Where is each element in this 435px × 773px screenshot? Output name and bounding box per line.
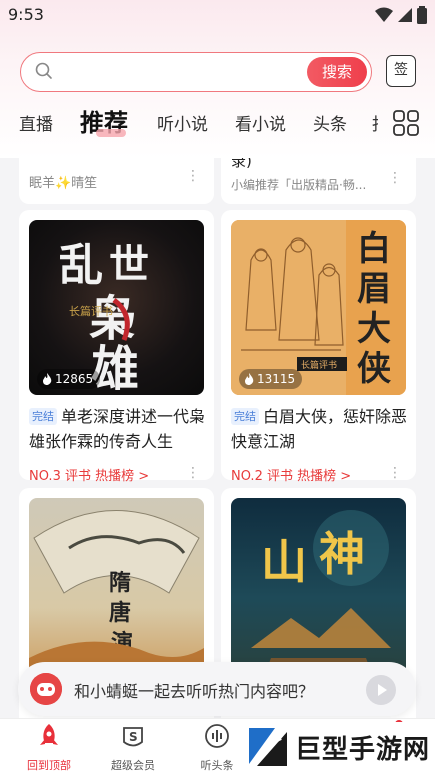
more-options-icon[interactable]: ⋮ <box>388 171 402 185</box>
status-time: 9:53 <box>8 5 44 24</box>
rank-link[interactable]: NO.2 评书 热播榜 > <box>231 465 351 484</box>
mascot-avatar <box>30 673 62 705</box>
status-bar: 9:53 <box>0 0 435 30</box>
heat-count: 12865 <box>55 372 94 386</box>
grid-menu-icon[interactable] <box>393 110 419 136</box>
rocket-icon <box>40 724 58 745</box>
search-button[interactable]: 搜索 <box>307 57 367 87</box>
feed-card[interactable]: 眠羊✨晴笙 ⋮ <box>19 158 214 204</box>
nav-label: 回到顶部 <box>27 759 71 772</box>
battery-icon <box>417 6 427 24</box>
card-author: 眠羊✨晴笙 <box>29 176 98 191</box>
svg-text:长篇评书: 长篇评书 <box>69 304 113 318</box>
audio-wave-icon <box>205 724 229 748</box>
heat-badge: 13115 <box>239 369 303 389</box>
book-cover: 白 眉 大 侠 长篇评书 13115 <box>231 220 406 395</box>
content-feed[interactable]: 眠羊✨晴笙 ⋮ 录) 小编推荐「出版精品·畅... ⋮ 乱 世 枭 雄 长篇评书… <box>0 158 435 718</box>
listen-prompt-bar[interactable]: 和小蜻蜓一起去听听热门内容吧？ <box>18 662 416 716</box>
cover-subtext: 长篇评书 <box>301 359 337 371</box>
more-options-icon[interactable]: ⋮ <box>186 169 200 183</box>
status-icons <box>375 6 427 24</box>
svg-text:世: 世 <box>109 241 149 288</box>
status-badge: 完结 <box>231 408 259 425</box>
watermark-logo-icon <box>249 728 287 766</box>
sign-in-button[interactable]: 签 <box>386 55 416 87</box>
svg-text:侠: 侠 <box>357 349 392 389</box>
active-tab-indicator <box>96 129 126 137</box>
card-title: 完结 白眉大侠，惩奸除恶快意江湖 <box>231 404 409 454</box>
svg-text:白: 白 <box>357 229 391 269</box>
svg-text:隋: 隋 <box>109 570 131 596</box>
feed-card[interactable]: 乱 世 枭 雄 长篇评书 12865 完结 单老深度讲述一代枭雄张作霖的传奇人生 … <box>19 210 214 484</box>
tab-read-novel[interactable]: 看小说 <box>235 110 286 135</box>
nav-listen-headlines[interactable]: 听头条 <box>182 723 252 773</box>
tab-headlines[interactable]: 头条 <box>313 110 347 135</box>
svg-text:山: 山 <box>261 535 307 589</box>
svg-text:唐: 唐 <box>109 600 131 626</box>
more-options-icon[interactable]: ⋮ <box>388 466 402 480</box>
feed-card[interactable]: 白 眉 大 侠 长篇评书 13115 完结 白眉大侠，惩奸除恶快意江湖 NO.2 … <box>221 210 416 484</box>
svg-text:神: 神 <box>319 527 365 581</box>
site-watermark: 巨型手游网 <box>243 722 435 773</box>
rank-link[interactable]: NO.3 评书 热播榜 > <box>29 465 149 484</box>
svg-text:大: 大 <box>357 309 391 349</box>
svg-text:枭: 枭 <box>89 291 137 347</box>
card-title: 完结 单老深度讲述一代枭雄张作霖的传奇人生 <box>29 404 207 454</box>
dragonfly-mascot-icon <box>30 673 62 705</box>
tab-listen-novel[interactable]: 听小说 <box>157 110 208 135</box>
feed-card[interactable]: 录) 小编推荐「出版精品·畅... ⋮ <box>221 158 416 204</box>
category-tabs: 直播 推荐 听小说 看小说 头条 报 <box>0 100 435 146</box>
card-author: 小编推荐「出版精品·畅... <box>231 178 367 192</box>
play-icon <box>378 684 387 696</box>
nav-label: 超级会员 <box>111 759 155 772</box>
book-cover: 乱 世 枭 雄 长篇评书 12865 <box>29 220 204 395</box>
vip-icon: S <box>123 727 143 747</box>
tab-live[interactable]: 直播 <box>19 110 53 135</box>
more-options-icon[interactable]: ⋮ <box>186 466 200 480</box>
signal-icon <box>398 8 412 22</box>
heat-count: 13115 <box>257 372 296 386</box>
wifi-icon <box>375 7 393 22</box>
nav-back-to-top[interactable]: 回到顶部 <box>14 723 84 773</box>
heat-badge: 12865 <box>37 369 101 389</box>
card-title-fragment: 录) <box>231 158 252 170</box>
search-input[interactable] <box>65 59 315 85</box>
svg-text:S: S <box>129 730 138 744</box>
watermark-text: 巨型手游网 <box>295 735 431 765</box>
play-button[interactable] <box>366 675 396 705</box>
svg-text:雄: 雄 <box>91 341 139 395</box>
prompt-text: 和小蜻蜓一起去听听热门内容吧？ <box>74 682 315 701</box>
nav-super-vip[interactable]: S 超级会员 <box>98 723 168 773</box>
flame-icon <box>43 373 52 385</box>
nav-label: 听头条 <box>200 759 234 772</box>
tab-partial[interactable]: 报 <box>372 110 378 135</box>
svg-text:乱: 乱 <box>59 240 103 291</box>
search-box[interactable]: 搜索 <box>20 52 372 92</box>
svg-text:眉: 眉 <box>357 269 391 309</box>
status-badge: 完结 <box>29 408 57 425</box>
search-icon <box>35 62 52 79</box>
flame-icon <box>245 373 254 385</box>
